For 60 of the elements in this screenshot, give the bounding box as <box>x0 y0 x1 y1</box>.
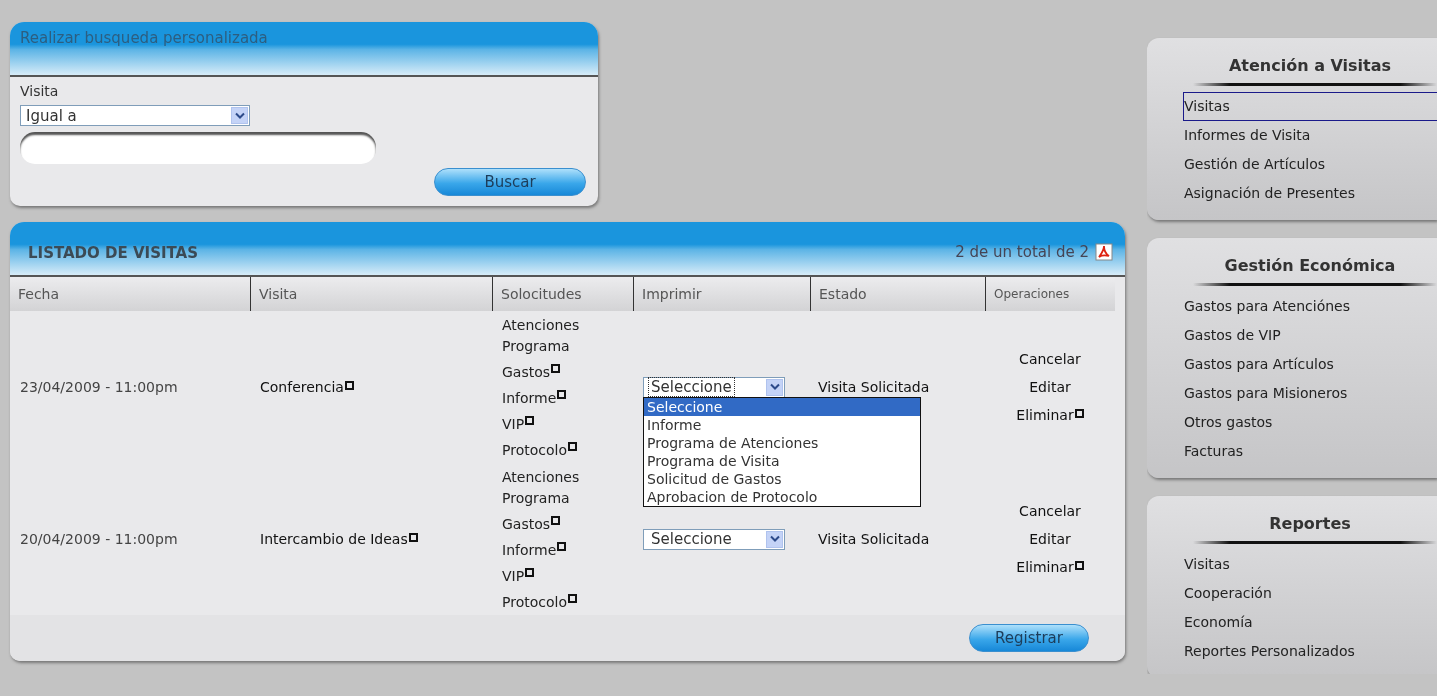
column-header: Imprimir <box>633 277 810 311</box>
menu-item[interactable]: Otros gastos <box>1183 408 1437 437</box>
menu-item[interactable]: Visitas <box>1183 92 1437 121</box>
request-link[interactable]: Informe <box>502 388 607 409</box>
request-link[interactable]: Protocolo <box>502 592 607 613</box>
request-link[interactable]: Atenciones Programa <box>502 467 607 509</box>
menu-title: Atención a Visitas <box>1227 56 1393 75</box>
date-text: 20/04/2009 - 11:00pm <box>20 531 178 547</box>
request-link[interactable]: Atenciones Programa <box>502 315 607 357</box>
request-link[interactable]: VIP <box>502 566 607 587</box>
menu-title: Gestión Económica <box>1223 256 1397 275</box>
menu-item[interactable]: Informes de Visita <box>1183 121 1437 150</box>
search-button[interactable]: Buscar <box>434 168 586 196</box>
chevron-down-icon <box>769 383 780 391</box>
visit-name: Intercambio de Ideas <box>260 531 418 547</box>
search-field[interactable] <box>20 132 376 164</box>
request-link[interactable]: Gastos <box>502 362 607 383</box>
menu-item[interactable]: Economía <box>1183 608 1437 637</box>
column-header: Solocitudes <box>492 277 633 311</box>
menu-item[interactable]: Gestión de Artículos <box>1183 150 1437 179</box>
operator-select[interactable]: Igual a <box>20 105 250 126</box>
menu-item[interactable]: Facturas <box>1183 437 1437 466</box>
result-count: 2 de un total de 2 <box>955 243 1089 261</box>
select-field[interactable]: Seleccione <box>643 528 785 550</box>
menu-item[interactable]: Visitas <box>1183 550 1437 579</box>
dropdown-option[interactable]: Seleccione <box>644 397 920 416</box>
pdf-icon[interactable] <box>1095 243 1113 261</box>
operation-link[interactable]: Eliminar <box>1016 407 1084 423</box>
menu-item[interactable]: Asignación de Presentes <box>1183 179 1437 208</box>
select-field[interactable]: Seleccione <box>643 376 785 398</box>
panel-title: Realizar busqueda personalizada <box>20 29 268 47</box>
operation-link[interactable]: Editar <box>1029 531 1071 547</box>
menu-item[interactable]: Cooperación <box>1183 579 1437 608</box>
column-header: Operaciones <box>985 277 1115 311</box>
panel-title: LISTADO DE VISITAS <box>27 244 199 262</box>
menu-item[interactable]: Gastos para Misioneros <box>1183 379 1437 408</box>
request-link[interactable]: Gastos <box>502 514 607 535</box>
menu-item[interactable]: Gastos de VIP <box>1183 321 1437 350</box>
status-text: Visita Solicitada <box>818 379 930 395</box>
field-label: Visita <box>20 83 60 99</box>
chevron-down-icon <box>769 535 780 543</box>
column-header: Estado <box>810 277 985 311</box>
menu-title: Reportes <box>1268 514 1352 533</box>
operation-link[interactable]: Editar <box>1029 379 1071 395</box>
operation-link[interactable]: Cancelar <box>1019 351 1081 367</box>
register-button[interactable]: Registrar <box>969 624 1089 652</box>
operation-link[interactable]: Eliminar <box>1016 559 1084 575</box>
status-text: Visita Solicitada <box>818 531 930 547</box>
request-link[interactable]: VIP <box>502 414 607 435</box>
visit-name: Conferencia <box>260 379 354 395</box>
date-text: 23/04/2009 - 11:00pm <box>20 379 178 395</box>
operation-link[interactable]: Cancelar <box>1019 503 1081 519</box>
menu-item[interactable]: Gastos para Atenciónes <box>1183 292 1437 321</box>
request-link[interactable]: Protocolo <box>502 440 607 461</box>
menu-item[interactable]: Gastos para Artículos <box>1183 350 1437 379</box>
column-header: Fecha <box>10 277 250 311</box>
request-link[interactable]: Informe <box>502 540 607 561</box>
menu-item[interactable]: Reportes Personalizados <box>1183 637 1437 666</box>
column-header: Visita <box>250 277 492 311</box>
chevron-down-icon <box>234 111 245 120</box>
